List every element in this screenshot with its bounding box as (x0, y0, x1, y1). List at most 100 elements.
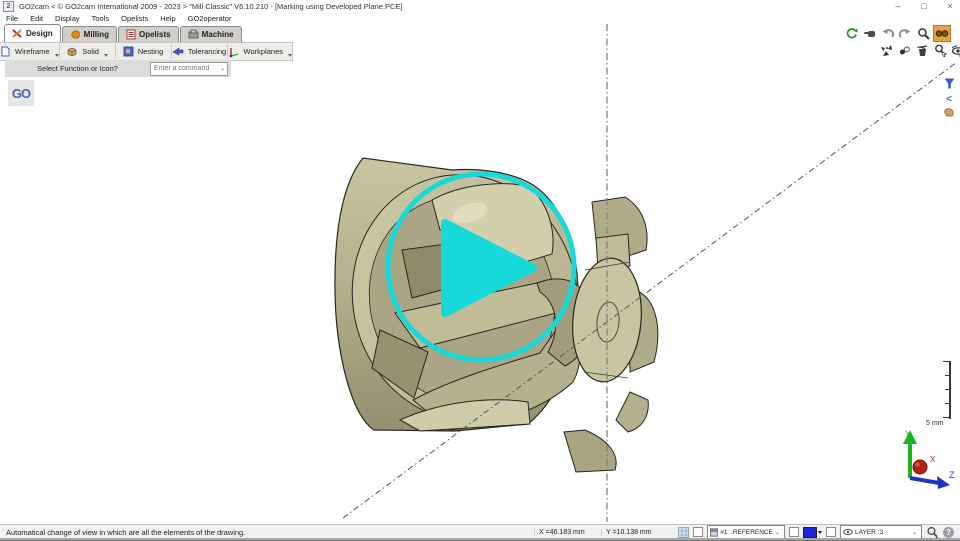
grid-snap-icon[interactable] (678, 527, 689, 538)
tab-milling[interactable]: Milling (62, 26, 117, 42)
regenerate-button[interactable] (843, 26, 859, 41)
menu-display[interactable]: Display (49, 14, 86, 23)
reference-selector[interactable]: #1 : REFERENCE ⌄ (707, 525, 785, 539)
menu-edit[interactable]: Edit (24, 14, 49, 23)
view-toolbar-row1 (843, 25, 951, 42)
minimize-button[interactable]: – (892, 0, 904, 13)
x-axis-sphere (913, 460, 927, 474)
command-input[interactable] (151, 65, 214, 72)
z-axis-label: Z (949, 470, 955, 480)
tab-design-label: Design (26, 29, 53, 38)
explode-elements-button[interactable] (878, 43, 894, 58)
reference-checkbox[interactable] (693, 527, 703, 537)
nesting-icon (123, 46, 134, 57)
visibility-button[interactable] (950, 43, 960, 58)
delete-bin-button[interactable] (914, 43, 930, 58)
workplanes-label: Workplanes (244, 47, 283, 56)
help-label: ? (946, 528, 951, 537)
design-toolbar: Wireframe Solid Nesting Tolerancing (0, 42, 293, 61)
color-picker[interactable] (803, 527, 822, 538)
tab-opelists-label: Opelists (139, 30, 171, 39)
zoom-window-icon[interactable] (926, 526, 939, 538)
title-bar: 2 GO2cam < © GO2cam International 2009 -… (0, 0, 960, 14)
axis-triad: Y X Z (893, 426, 957, 492)
filter-icon (944, 78, 955, 89)
layer-eye-icon (843, 528, 853, 536)
color-dropdown-icon[interactable] (818, 531, 822, 534)
solid-dropdown-icon[interactable] (104, 54, 108, 57)
go2-logo-label: GO (12, 86, 30, 101)
app-icon: 2 (3, 1, 14, 12)
eraser-icon (898, 44, 911, 57)
glasses-icon (935, 28, 949, 39)
maximize-button[interactable]: □ (918, 0, 930, 13)
workplanes-dropdown-icon[interactable] (288, 54, 292, 57)
wireframe-icon (0, 46, 11, 57)
opelists-icon (126, 29, 136, 40)
menu-go2operator[interactable]: GO2operator (182, 14, 238, 23)
menu-help[interactable]: Help (154, 14, 181, 23)
help-button[interactable]: ? (943, 527, 954, 538)
tab-machine-label: Machine (202, 30, 234, 39)
layer-checkbox[interactable] (826, 527, 836, 537)
tab-milling-label: Milling (84, 30, 109, 39)
redo-icon (899, 27, 912, 40)
chevron-left-icon: < (946, 94, 952, 105)
select-pointer-button[interactable] (861, 26, 877, 41)
pan-hand-button[interactable] (942, 105, 956, 119)
filter-button[interactable] (942, 76, 956, 90)
command-dropdown-icon[interactable]: ⌄ (220, 65, 225, 72)
milling-icon (70, 29, 81, 40)
current-color-swatch (803, 527, 817, 538)
workplanes-button[interactable]: Workplanes (228, 44, 292, 59)
zoom-select-button[interactable] (932, 43, 948, 58)
wireframe-label: Wireframe (15, 47, 50, 56)
magnifier-cursor-icon (934, 44, 947, 57)
go2cam-window: 2 GO2cam < © GO2cam International 2009 -… (0, 0, 960, 541)
menu-file[interactable]: File (0, 14, 24, 23)
tab-opelists[interactable]: Opelists (118, 26, 179, 42)
menu-tools[interactable]: Tools (86, 14, 116, 23)
menu-opelists[interactable]: Opelists (115, 14, 154, 23)
design-icon (12, 28, 23, 39)
coordinate-y: Y =10.138 mm (601, 529, 668, 536)
x-axis-label: X (930, 455, 936, 464)
tolerancing-button[interactable]: Tolerancing (172, 44, 228, 59)
go2-logo-button[interactable]: GO (8, 80, 34, 106)
scale-ruler (941, 361, 951, 419)
y-axis-label: Y (905, 429, 911, 439)
explode-icon (880, 44, 893, 57)
undo-button[interactable] (879, 26, 895, 41)
command-prompt-label: Select Function or Icon? (5, 64, 150, 73)
tab-machine[interactable]: Machine (180, 26, 242, 42)
zoom-button[interactable] (915, 26, 931, 41)
reference-dropdown-icon[interactable]: ⌄ (775, 529, 780, 536)
undo-icon (881, 27, 894, 40)
refresh-icon (845, 27, 858, 40)
ribbon-tabs: Design Milling Opelists Machine (4, 25, 243, 42)
redo-button[interactable] (897, 26, 913, 41)
workplanes-icon (228, 46, 240, 58)
collapse-panel-button[interactable]: < (942, 92, 956, 106)
erase-button[interactable] (896, 43, 912, 58)
layer-dropdown-icon[interactable]: ⌄ (912, 529, 917, 536)
wireframe-button[interactable]: Wireframe (0, 44, 60, 59)
tab-design[interactable]: Design (4, 24, 61, 42)
solid-icon (66, 46, 78, 57)
view-toolbar-row2 (878, 43, 960, 58)
drawing-viewport[interactable] (0, 24, 960, 524)
eye-icon (951, 45, 960, 57)
command-combobox[interactable]: ⌄ (150, 62, 228, 76)
tolerancing-icon (172, 46, 184, 57)
layer-selector[interactable]: LAYER :3 ⌄ (840, 525, 922, 539)
color-checkbox[interactable] (789, 527, 799, 537)
magnifier-icon (917, 27, 930, 40)
wireframe-dropdown-icon[interactable] (55, 54, 59, 57)
machine-icon (188, 29, 199, 40)
solid-button[interactable]: Solid (60, 44, 116, 59)
layer-selector-value: LAYER :3 (855, 529, 883, 536)
go2-glasses-button[interactable] (933, 25, 951, 42)
close-button[interactable]: × (944, 0, 956, 13)
nesting-button[interactable]: Nesting (116, 44, 172, 59)
tolerancing-label: Tolerancing (188, 47, 226, 56)
